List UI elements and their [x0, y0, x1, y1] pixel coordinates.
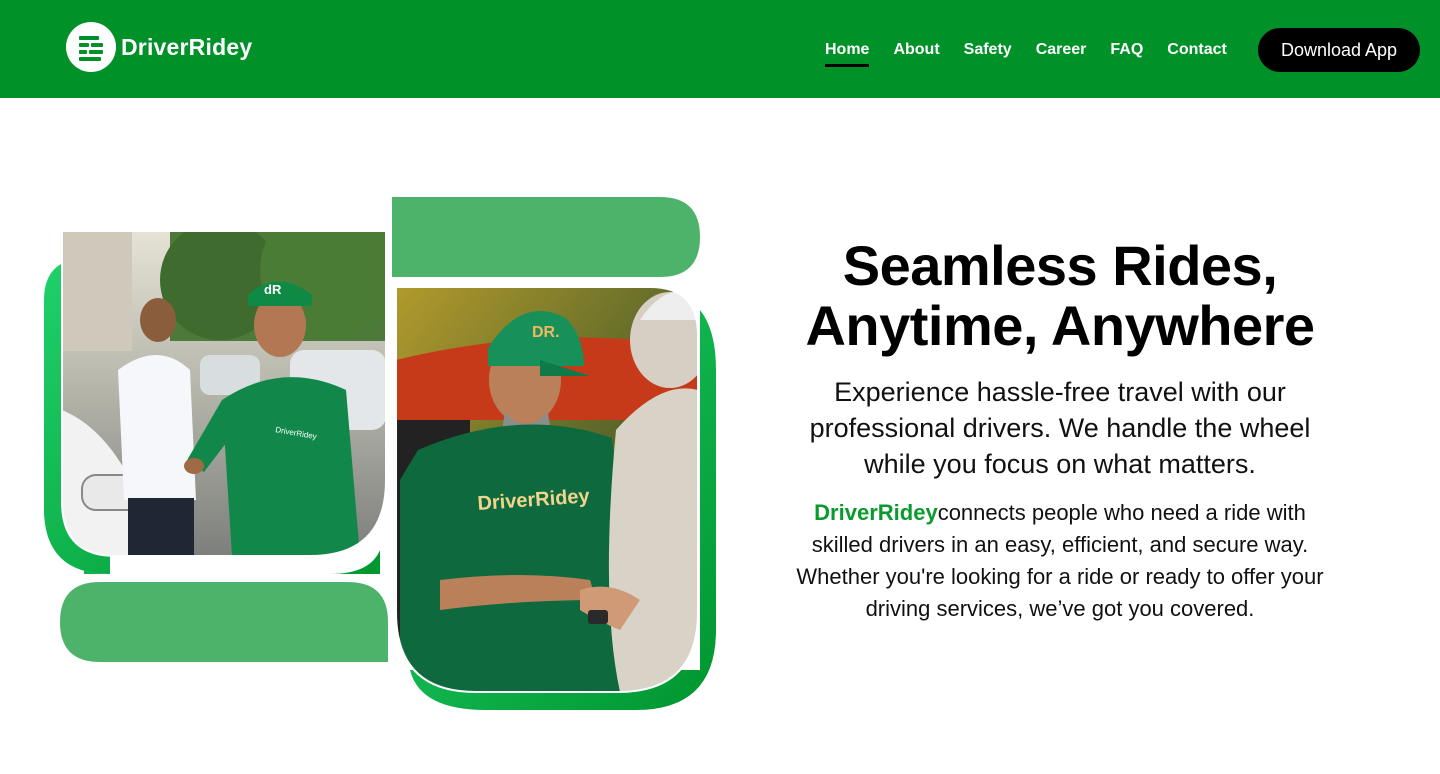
decor-pill-top — [392, 197, 700, 277]
brand-logo[interactable]: DriverRidey — [66, 22, 252, 72]
nav-about[interactable]: About — [893, 37, 939, 63]
nav-career[interactable]: Career — [1036, 37, 1087, 63]
photo-handshake-street: dR DriverRidey — [62, 231, 386, 556]
nav-home[interactable]: Home — [825, 37, 870, 67]
photo1-cap-text: dR — [264, 282, 282, 297]
download-app-button[interactable]: Download App — [1258, 28, 1420, 72]
hero-subtitle: Experience hassle-free travel with our p… — [809, 377, 1311, 479]
hero-title-line2: Anytime, Anywhere — [805, 294, 1315, 357]
nav-faq[interactable]: FAQ — [1110, 37, 1143, 63]
nav-safety[interactable]: Safety — [964, 37, 1012, 63]
steering-lines-icon — [66, 22, 116, 72]
hero-collage: dR DriverRidey DR. DriverRidey — [0, 180, 740, 740]
site-header: DriverRidey Home About Safety Career FAQ… — [0, 0, 1440, 98]
hero-title-line1: Seamless Rides, — [842, 234, 1278, 297]
hero-description: DriverRideyconnects people who need a ri… — [796, 497, 1324, 625]
nav-contact[interactable]: Contact — [1167, 37, 1227, 63]
decor-pill-bottom — [60, 582, 388, 662]
brand-name: DriverRidey — [121, 33, 253, 60]
collage-graphic: dR DriverRidey DR. DriverRidey — [44, 197, 716, 710]
hero-brand-mention: DriverRidey — [814, 500, 938, 525]
photo-driver-assisting: DR. DriverRidey — [396, 287, 698, 692]
main-nav: Home About Safety Career FAQ Contact — [825, 28, 1251, 72]
photo2-cap-text: DR. — [532, 324, 560, 341]
hero-title: Seamless Rides, Anytime, Anywhere — [760, 236, 1360, 356]
